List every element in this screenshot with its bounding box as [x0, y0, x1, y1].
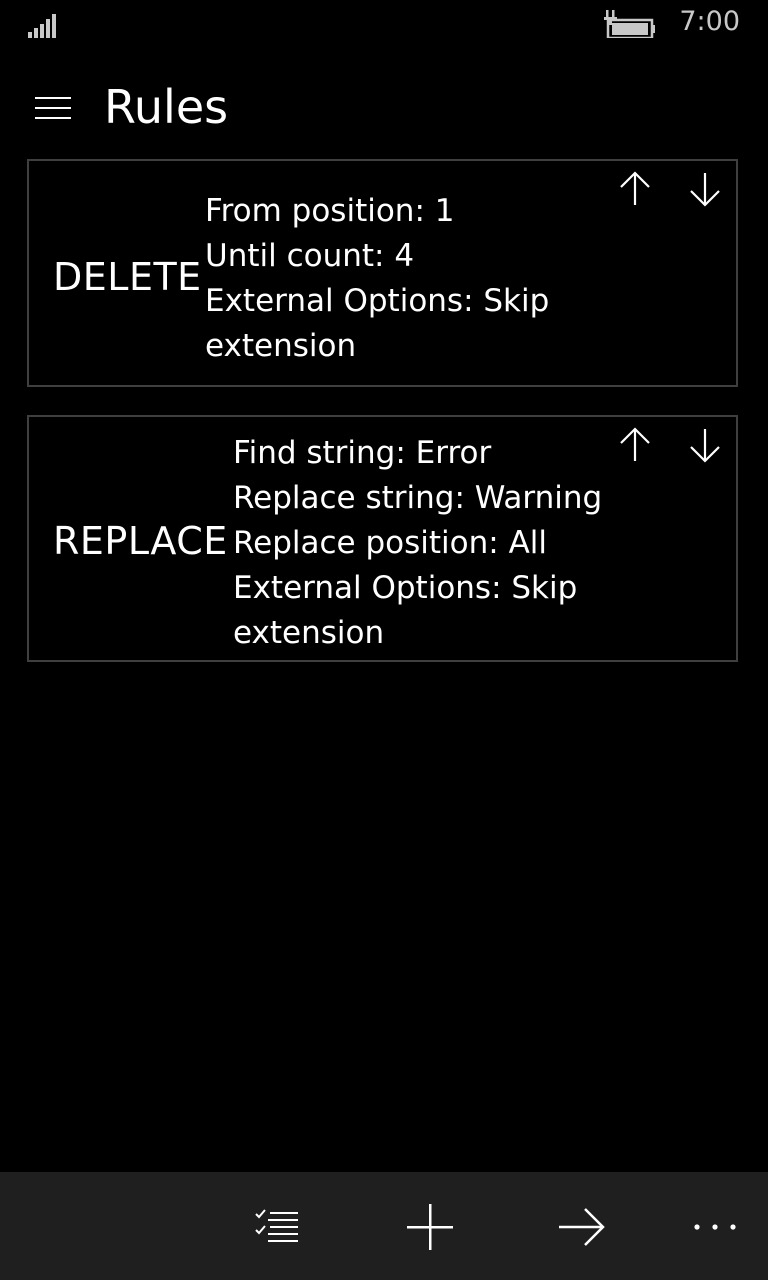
- title-bar: Rules: [0, 70, 768, 150]
- rule-card-delete[interactable]: DELETE From position: 1 Until count: 4 E…: [27, 159, 738, 387]
- status-bar: 7:00: [0, 0, 768, 50]
- rule-details: Find string: Error Replace string: Warni…: [233, 431, 633, 656]
- rule-detail-line: External Options: Skip: [233, 570, 578, 606]
- move-up-icon[interactable]: [613, 167, 657, 211]
- rule-card-replace[interactable]: REPLACE Find string: Error Replace strin…: [27, 415, 738, 662]
- hamburger-icon[interactable]: [30, 88, 76, 128]
- select-list-icon[interactable]: [250, 1200, 304, 1254]
- move-down-icon[interactable]: [683, 423, 727, 467]
- add-icon[interactable]: [403, 1200, 457, 1254]
- rule-detail-line: Replace string: Warning: [233, 480, 603, 516]
- rule-type-label: REPLACE: [53, 519, 228, 563]
- rule-detail-line: External Options: Skip: [205, 283, 550, 319]
- rule-detail-line: Find string: Error: [233, 435, 492, 471]
- rule-detail-line: extension: [205, 328, 357, 364]
- forward-arrow-icon[interactable]: [555, 1200, 609, 1254]
- app-bar: [0, 1172, 768, 1280]
- rule-detail-line: Until count: 4: [205, 238, 415, 274]
- rule-details: From position: 1 Until count: 4 External…: [205, 189, 605, 369]
- rule-detail-line: Replace position: All: [233, 525, 547, 561]
- rule-type-label: DELETE: [53, 255, 202, 299]
- page-title: Rules: [104, 80, 229, 134]
- clock: 7:00: [679, 6, 740, 37]
- rule-detail-line: From position: 1: [205, 193, 455, 229]
- move-up-icon[interactable]: [613, 423, 657, 467]
- move-down-icon[interactable]: [683, 167, 727, 211]
- signal-icon: [28, 12, 62, 38]
- battery-charging-icon: [600, 8, 656, 38]
- rule-detail-line: extension: [233, 615, 385, 651]
- more-icon[interactable]: [688, 1200, 742, 1254]
